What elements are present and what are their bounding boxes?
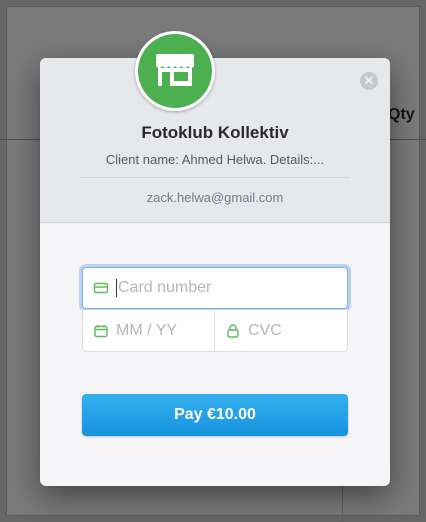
close-icon[interactable]: ✕ — [360, 72, 378, 90]
store-name: Fotoklub Kollektiv — [141, 123, 289, 142]
storefront-icon — [138, 34, 212, 108]
store-logo — [135, 31, 215, 111]
background-qty-header: Qty — [388, 106, 415, 123]
header-divider — [80, 177, 350, 178]
credit-card-icon — [93, 282, 109, 294]
background-column-divider — [342, 480, 343, 522]
card-number-field[interactable] — [82, 267, 348, 309]
expiry-cvc-row — [82, 310, 348, 352]
checkout-header: ✕ Fotoklub Kollektiv Client name: Ahmed … — [40, 58, 390, 223]
expiry-input[interactable] — [116, 318, 206, 343]
card-number-input[interactable] — [118, 276, 298, 300]
text-cursor — [116, 279, 117, 297]
cvc-field[interactable] — [215, 310, 347, 351]
pay-button[interactable]: Pay €10.00 — [82, 394, 348, 436]
lock-icon — [227, 323, 239, 338]
expiry-field[interactable] — [83, 310, 215, 351]
customer-email[interactable]: zack.helwa@gmail.com — [40, 190, 390, 205]
client-description: Client name: Ahmed Helwa. Details:... — [105, 152, 325, 167]
calendar-icon — [94, 324, 108, 337]
cvc-input[interactable] — [248, 318, 338, 343]
